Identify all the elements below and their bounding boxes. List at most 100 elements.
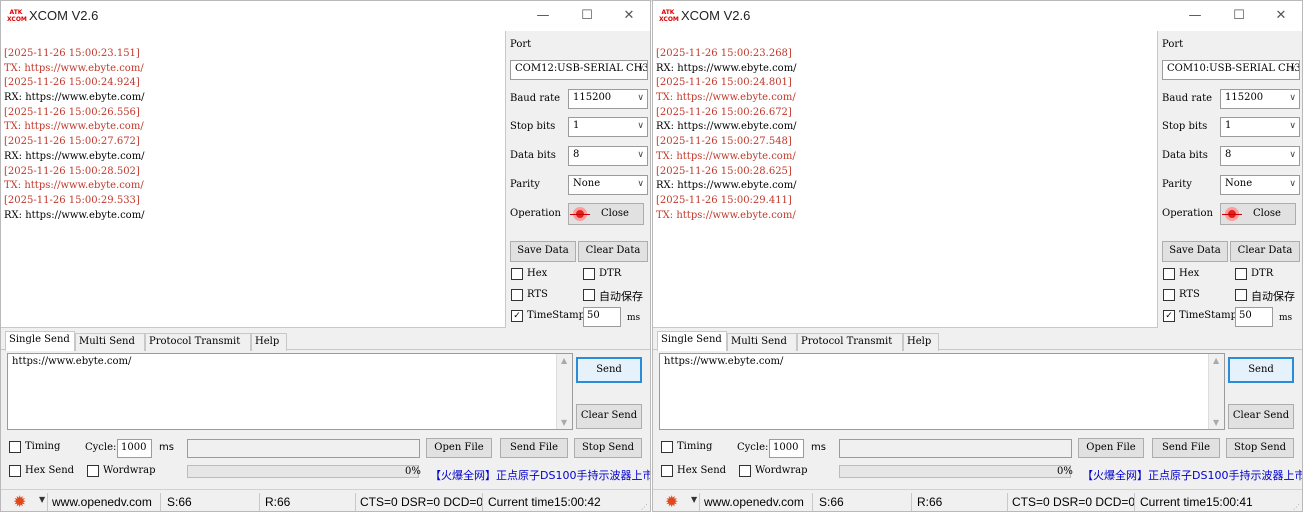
file-path-input[interactable]	[839, 439, 1072, 458]
open-file-button[interactable]: Open File	[1078, 438, 1144, 458]
parity-select[interactable]: None ∨	[1220, 175, 1300, 195]
chevron-down-icon[interactable]: ▼	[39, 495, 45, 504]
clear-data-button[interactable]: Clear Data	[1230, 241, 1300, 262]
stop-bits-select[interactable]: 1 ∨	[568, 117, 648, 137]
minimize-icon[interactable]: —	[1173, 4, 1217, 28]
rts-checkbox[interactable]	[511, 289, 523, 301]
clear-send-button[interactable]: Clear Send	[1228, 404, 1294, 429]
data-bits-select[interactable]: 8 ∨	[1220, 146, 1300, 166]
autosave-label: 自动保存	[599, 290, 643, 303]
timestamp-interval-input[interactable]: 50	[583, 307, 621, 327]
maximize-icon[interactable]: ☐	[1217, 4, 1261, 28]
timestamp-checkbox[interactable]: ✓	[511, 310, 523, 322]
cycle-input[interactable]: 1000	[769, 439, 804, 458]
send-input[interactable]: https://www.ebyte.com/ ▲ ▼	[7, 353, 573, 430]
dtr-checkbox[interactable]	[1235, 268, 1247, 280]
log-rx-line: RX: https://www.ebyte.com/	[656, 180, 797, 192]
save-data-button[interactable]: Save Data	[1162, 241, 1228, 262]
receive-log[interactable]: [2025-11-26 15:00:23.151] TX: https://www…	[1, 31, 506, 328]
rts-label: RTS	[527, 289, 548, 300]
send-progress-bar	[839, 465, 1071, 478]
file-path-input[interactable]	[187, 439, 420, 458]
rts-checkbox[interactable]	[1163, 289, 1175, 301]
tab-help[interactable]: Help	[251, 333, 287, 351]
hex-send-checkbox[interactable]	[9, 465, 21, 477]
hex-send-label: Hex Send	[677, 465, 727, 476]
title-bar[interactable]: ATK XCOM XCOM V2.6 — ☐ ✕	[653, 1, 1302, 31]
send-button[interactable]: Send	[576, 357, 642, 383]
send-file-button[interactable]: Send File	[500, 438, 568, 458]
ad-link[interactable]: 【火爆全网】正点原子DS100手持示波器上市	[1082, 467, 1302, 483]
minimize-icon[interactable]: —	[521, 4, 565, 28]
ad-link[interactable]: 【火爆全网】正点原子DS100手持示波器上市	[430, 467, 650, 483]
parity-select[interactable]: None ∨	[568, 175, 648, 195]
scroll-down-icon[interactable]: ▼	[561, 418, 567, 427]
chevron-down-icon: ∨	[1289, 121, 1296, 131]
cycle-unit: ms	[811, 442, 826, 453]
cycle-label: Cycle:	[737, 442, 769, 453]
hex-checkbox[interactable]	[1163, 268, 1175, 280]
title-bar[interactable]: ATK XCOM XCOM V2.6 — ☐ ✕	[1, 1, 650, 31]
cycle-input[interactable]: 1000	[117, 439, 152, 458]
tab-single-send[interactable]: Single Send	[657, 331, 727, 351]
timestamp-interval-input[interactable]: 50	[1235, 307, 1273, 327]
clear-data-button[interactable]: Clear Data	[578, 241, 648, 262]
close-port-button[interactable]: Close	[1220, 203, 1296, 225]
chevron-down-icon[interactable]: ▼	[691, 495, 697, 504]
save-data-button[interactable]: Save Data	[510, 241, 576, 262]
autosave-checkbox[interactable]	[1235, 289, 1247, 301]
close-icon[interactable]: ✕	[1259, 4, 1302, 28]
baud-rate-select[interactable]: 115200 ∨	[568, 89, 648, 109]
stop-bits-select[interactable]: 1 ∨	[1220, 117, 1300, 137]
send-scrollbar[interactable]: ▲ ▼	[556, 354, 572, 429]
clear-send-button[interactable]: Clear Send	[576, 404, 642, 429]
timing-checkbox[interactable]	[9, 441, 21, 453]
website-link[interactable]: www.openedv.com	[52, 495, 152, 509]
gear-icon[interactable]: ✹	[13, 493, 30, 510]
timing-checkbox[interactable]	[661, 441, 673, 453]
receive-log[interactable]: [2025-11-26 15:00:23.268] RX: https://www…	[653, 31, 1158, 328]
tab-help[interactable]: Help	[903, 333, 939, 351]
stop-send-button[interactable]: Stop Send	[1226, 438, 1294, 458]
chevron-down-icon: ∨	[637, 150, 644, 160]
send-file-button[interactable]: Send File	[1152, 438, 1220, 458]
scroll-up-icon[interactable]: ▲	[1213, 356, 1219, 365]
timestamp-unit: ms	[1279, 313, 1293, 323]
gear-icon[interactable]: ✹	[665, 493, 682, 510]
open-file-button[interactable]: Open File	[426, 438, 492, 458]
close-icon[interactable]: ✕	[607, 4, 650, 28]
hex-checkbox[interactable]	[511, 268, 523, 280]
tab-protocol-transmit[interactable]: Protocol Transmit	[797, 333, 903, 351]
stop-bits-value: 1	[573, 120, 580, 131]
serial-settings-panel: Port COM10:USB-SERIAL CH34 ∨ Baud rate 11…	[1160, 31, 1302, 331]
tab-single-send[interactable]: Single Send	[5, 331, 75, 351]
data-bits-select[interactable]: 8 ∨	[568, 146, 648, 166]
data-bits-label: Data bits	[1162, 150, 1208, 161]
port-select[interactable]: COM10:USB-SERIAL CH34 ∨	[1162, 60, 1300, 80]
send-scrollbar[interactable]: ▲ ▼	[1208, 354, 1224, 429]
status-divider	[482, 493, 483, 511]
send-button[interactable]: Send	[1228, 357, 1294, 383]
resize-grip[interactable]: ⋰	[1293, 503, 1300, 511]
hex-send-checkbox[interactable]	[661, 465, 673, 477]
dtr-checkbox[interactable]	[583, 268, 595, 280]
wordwrap-checkbox[interactable]	[739, 465, 751, 477]
close-port-button[interactable]: Close	[568, 203, 644, 225]
tab-multi-send[interactable]: Multi Send	[727, 333, 797, 351]
log-timestamp: [2025-11-26 15:00:26.556]	[4, 106, 140, 118]
scroll-down-icon[interactable]: ▼	[1213, 418, 1219, 427]
dtr-label: DTR	[1251, 268, 1274, 279]
tab-multi-send[interactable]: Multi Send	[75, 333, 145, 351]
port-select[interactable]: COM12:USB-SERIAL CH34 ∨	[510, 60, 648, 80]
timestamp-checkbox[interactable]: ✓	[1163, 310, 1175, 322]
stop-send-button[interactable]: Stop Send	[574, 438, 642, 458]
baud-rate-select[interactable]: 115200 ∨	[1220, 89, 1300, 109]
send-input[interactable]: https://www.ebyte.com/ ▲ ▼	[659, 353, 1225, 430]
website-link[interactable]: www.openedv.com	[704, 495, 804, 509]
resize-grip[interactable]: ⋰	[641, 503, 648, 511]
autosave-checkbox[interactable]	[583, 289, 595, 301]
maximize-icon[interactable]: ☐	[565, 4, 609, 28]
tab-protocol-transmit[interactable]: Protocol Transmit	[145, 333, 251, 351]
wordwrap-checkbox[interactable]	[87, 465, 99, 477]
scroll-up-icon[interactable]: ▲	[561, 356, 567, 365]
